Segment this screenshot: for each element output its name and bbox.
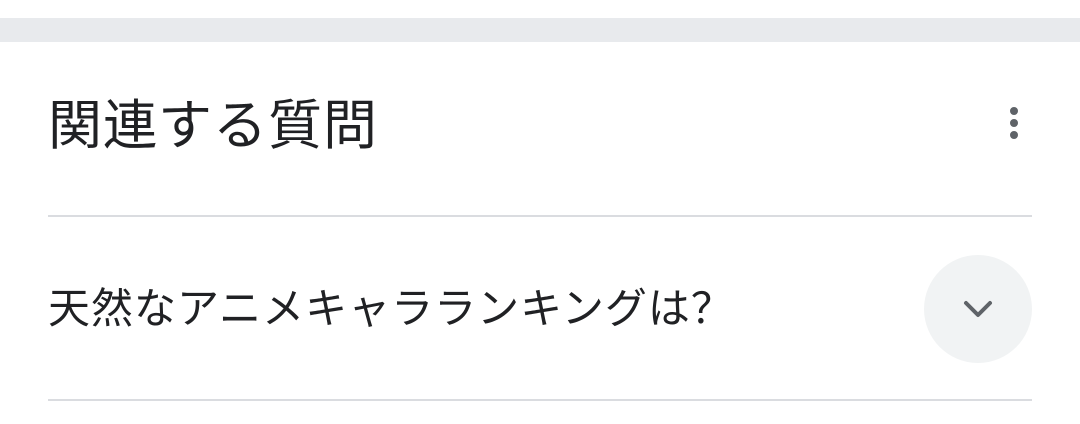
more-vert-icon-dot [1010, 119, 1018, 127]
more-vert-icon [1010, 107, 1018, 115]
related-questions-header: 関連する質問 [48, 94, 1032, 164]
expand-question-button[interactable] [924, 255, 1032, 363]
divider [48, 399, 1032, 401]
section-separator-band [0, 18, 1080, 42]
related-questions-title: 関連する質問 [48, 94, 378, 157]
more-vert-icon-dot [1010, 131, 1018, 139]
more-options-button[interactable] [996, 99, 1032, 147]
related-question-text: 天然なアニメキャラランキングは？ [48, 284, 734, 333]
related-question-item[interactable]: 天然なアニメキャラランキングは？ [48, 217, 1032, 399]
related-questions-card: 関連する質問 天然なアニメキャラランキングは？ [0, 42, 1080, 424]
chevron-down-icon [964, 301, 992, 317]
top-spacer [0, 0, 1080, 18]
